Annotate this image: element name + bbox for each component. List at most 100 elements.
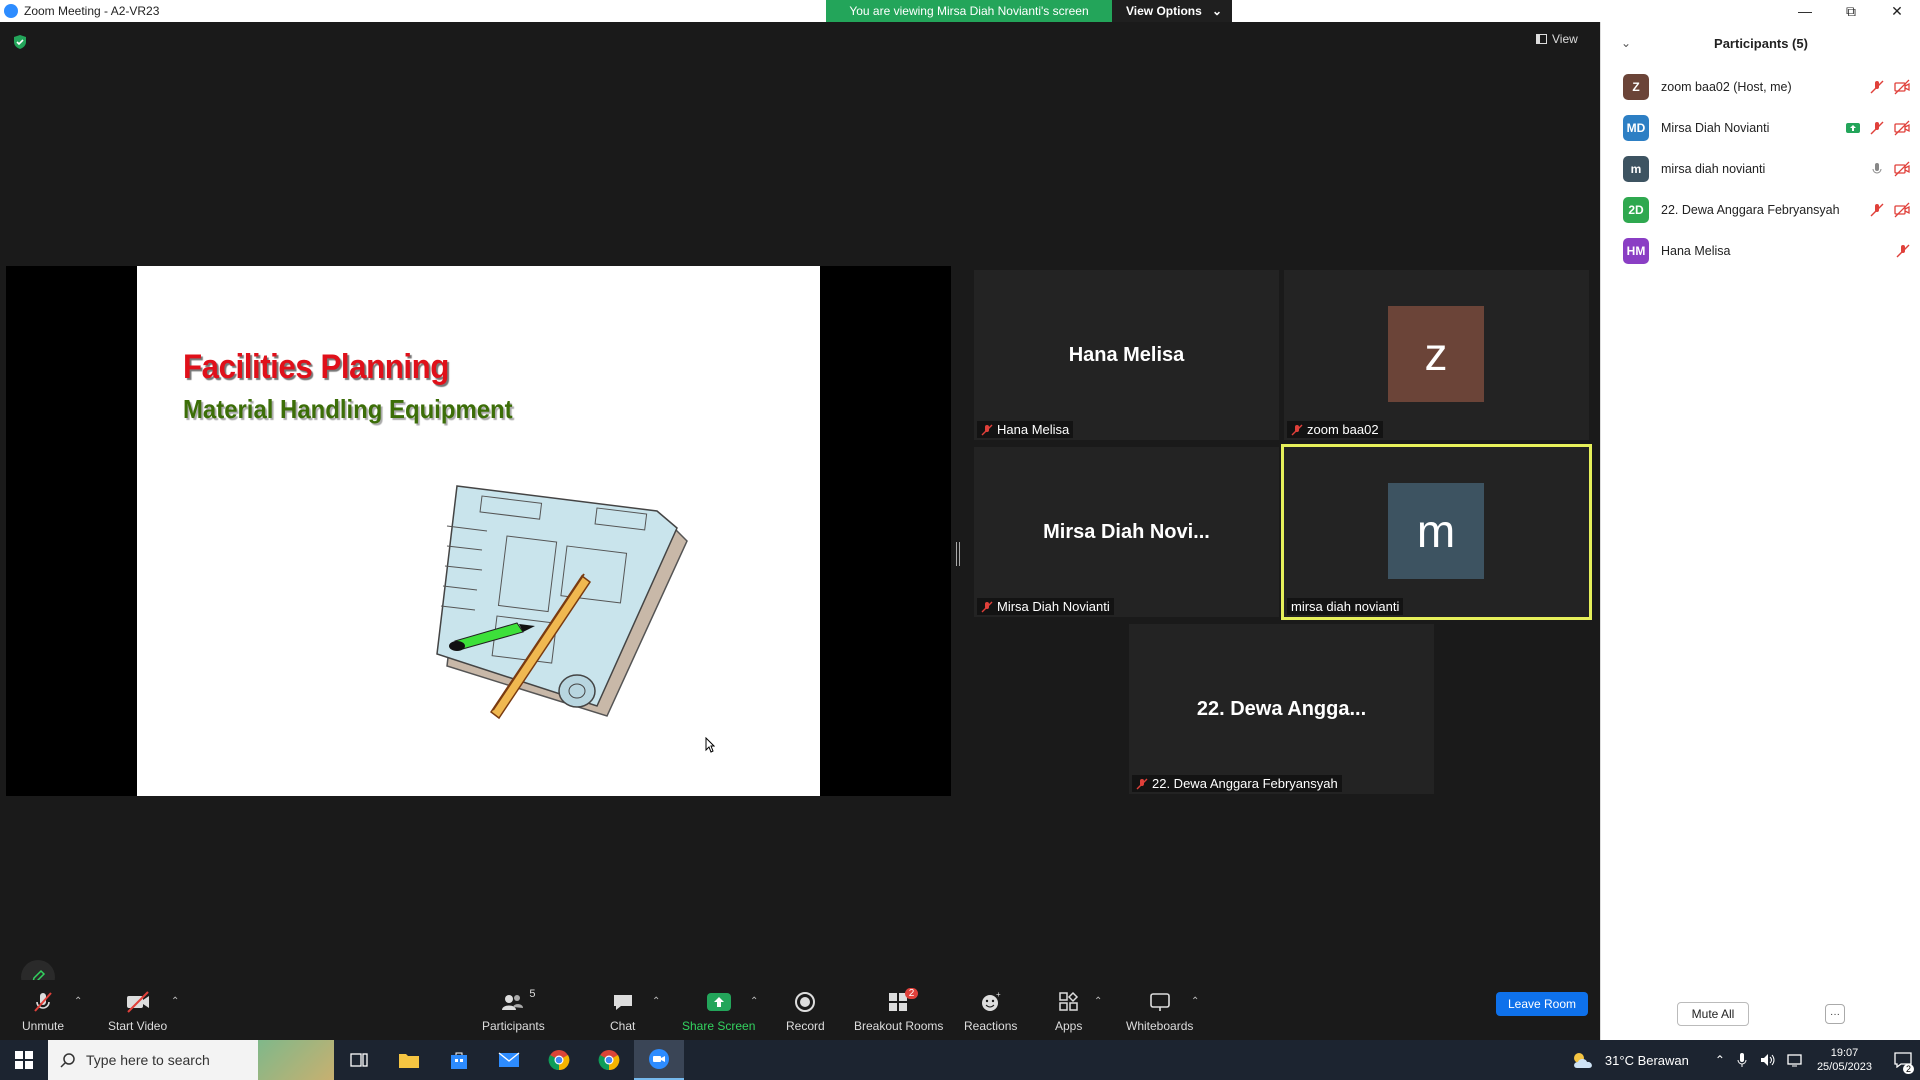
video-off-icon [1894, 120, 1910, 136]
record-icon [795, 992, 816, 1012]
search-icon [60, 1053, 75, 1068]
participant-row[interactable]: MD Mirsa Diah Novianti [1623, 115, 1911, 141]
participant-name: zoom baa02 [1307, 422, 1379, 437]
mic-on-icon [1872, 163, 1882, 174]
zoom-window: Zoom Meeting - A2-VR23 — ⧉ ✕ You are vie… [0, 0, 1920, 1080]
shared-screen[interactable]: Facilities Planning Material Handling Eq… [6, 266, 951, 796]
unmute-label: Unmute [22, 1019, 65, 1033]
minimize-button[interactable]: — [1782, 0, 1828, 22]
chrome-button[interactable] [534, 1040, 584, 1080]
view-options-button[interactable]: View Options ⌄ [1112, 0, 1232, 22]
video-tile-zoom-baa02[interactable]: z zoom baa02 [1284, 270, 1589, 440]
network-icon[interactable] [1787, 1052, 1805, 1068]
restore-button[interactable]: ⧉ [1828, 0, 1874, 22]
start-video-button[interactable]: Start Video [108, 990, 167, 1033]
taskbar-search-box[interactable]: Type here to search [48, 1040, 334, 1080]
folder-icon [399, 1054, 419, 1068]
clock-time: 19:07 [1830, 1047, 1859, 1059]
video-options-caret-icon[interactable]: ⌃ [171, 996, 179, 1007]
viewing-message: You are viewing Mirsa Diah Novianti's sc… [826, 0, 1112, 22]
task-view-button[interactable] [334, 1040, 384, 1080]
apps-label: Apps [1055, 1019, 1083, 1033]
mic-muted-icon [1870, 121, 1884, 135]
avatar: z [1388, 306, 1484, 402]
start-button[interactable] [0, 1040, 48, 1080]
blueprint-clipart [436, 485, 688, 720]
breakout-rooms-button[interactable]: 2 Breakout Rooms [854, 988, 943, 1033]
shield-icon[interactable] [12, 34, 28, 50]
weather-text[interactable]: 31°C Berawan [1605, 1053, 1689, 1068]
participants-count: 5 [529, 988, 536, 1000]
mute-all-button[interactable]: Mute All [1677, 1002, 1749, 1026]
participant-name: Mirsa Diah Novianti [1661, 121, 1770, 135]
panel-resize-handle[interactable] [956, 542, 960, 566]
participant-row[interactable]: m mirsa diah novianti [1623, 156, 1911, 182]
participant-row[interactable]: Z zoom baa02 (Host, me) [1623, 74, 1911, 100]
participant-name: Hana Melisa [997, 422, 1070, 437]
tile-name-label: Mirsa Diah Novianti [977, 598, 1114, 615]
whiteboards-button[interactable]: Whiteboards [1126, 990, 1193, 1033]
mouse-cursor-icon [705, 737, 715, 753]
chat-options-caret-icon[interactable]: ⌃ [652, 996, 660, 1007]
search-highlight-image [258, 1040, 334, 1080]
share-options-caret-icon[interactable]: ⌃ [750, 996, 758, 1007]
more-options-button[interactable]: ··· [1825, 1004, 1845, 1024]
chrome-profile-button[interactable] [584, 1040, 634, 1080]
start-video-label: Start Video [108, 1019, 168, 1033]
video-tile-dewa-anggara[interactable]: 22. Dewa Angga... 22. Dewa Anggara Febry… [1129, 624, 1434, 794]
participant-row[interactable]: HM Hana Melisa [1623, 238, 1911, 264]
leave-room-button[interactable]: Leave Room [1496, 992, 1588, 1016]
tile-display-name: Mirsa Diah Novi... [1043, 521, 1210, 543]
video-tile-mirsa-diah-novianti-active[interactable]: m mirsa diah novianti [1281, 444, 1592, 620]
windows-taskbar: Type here to search 31°C Berawan ⌃ 19:07… [0, 1040, 1920, 1080]
unmute-button[interactable]: Unmute [22, 990, 64, 1033]
clock-date: 25/05/2023 [1816, 1061, 1872, 1073]
apps-options-caret-icon[interactable]: ⌃ [1094, 996, 1102, 1007]
presentation-slide: Facilities Planning Material Handling Eq… [137, 266, 820, 796]
zoom-taskbar-button[interactable] [634, 1040, 684, 1080]
speaker-icon[interactable] [1759, 1052, 1777, 1068]
whiteboard-options-caret-icon[interactable]: ⌃ [1191, 996, 1199, 1007]
view-label: View [1552, 32, 1578, 46]
participants-panel: ⌄ Participants (5) Z zoom baa02 (Host, m… [1600, 22, 1920, 1040]
tray-overflow-chevron-icon[interactable]: ⌃ [1715, 1053, 1725, 1067]
participant-name: mirsa diah novianti [1661, 162, 1766, 176]
tile-name-label: mirsa diah novianti [1287, 598, 1404, 615]
store-button[interactable] [434, 1040, 484, 1080]
record-button[interactable]: Record [786, 990, 825, 1033]
share-screen-button[interactable]: Share Screen [682, 990, 755, 1033]
notification-center-button[interactable]: 2 [1886, 1040, 1920, 1080]
svg-text:+: + [996, 990, 1001, 999]
tile-name-label: zoom baa02 [1287, 421, 1383, 438]
sharing-screen-icon [1846, 123, 1860, 133]
video-tile-hana-melisa[interactable]: Hana Melisa Hana Melisa [974, 270, 1279, 440]
mail-button[interactable] [484, 1040, 534, 1080]
avatar: HM [1623, 238, 1649, 264]
participants-button[interactable]: 5 Participants [482, 988, 545, 1033]
reactions-button[interactable]: + Reactions [964, 990, 1017, 1033]
close-button[interactable]: ✕ [1874, 0, 1920, 22]
microphone-icon[interactable] [1735, 1052, 1749, 1068]
reactions-label: Reactions [964, 1019, 1018, 1033]
whiteboard-icon [1149, 993, 1170, 1011]
participant-name: mirsa diah novianti [1291, 599, 1400, 614]
task-view-icon [350, 1053, 368, 1067]
chat-button[interactable]: Chat [610, 990, 635, 1033]
mic-muted-icon [981, 424, 993, 435]
view-button[interactable]: View [1536, 32, 1578, 46]
windows-logo-icon [15, 1051, 33, 1069]
chevron-down-icon: ⌄ [1211, 4, 1222, 18]
participant-row[interactable]: 2D 22. Dewa Anggara Febryansyah [1623, 197, 1911, 223]
slide-subtitle: Material Handling Equipment [183, 394, 513, 424]
view-options-label: View Options [1126, 4, 1202, 18]
clock[interactable]: 19:07 25/05/2023 [1817, 1046, 1872, 1074]
video-tile-mirsa-diah-novianti[interactable]: Mirsa Diah Novi... Mirsa Diah Novianti [974, 447, 1279, 617]
weather-cloud-icon [1573, 1053, 1592, 1068]
meeting-area: View Facilities Planning Material Handli… [0, 22, 1600, 994]
participants-title: Participants (5) [1714, 36, 1808, 51]
file-explorer-button[interactable] [384, 1040, 434, 1080]
avatar: m [1388, 483, 1484, 579]
audio-options-caret-icon[interactable]: ⌃ [74, 996, 82, 1007]
zoom-icon [649, 1049, 669, 1069]
apps-button[interactable]: Apps [1055, 990, 1082, 1033]
